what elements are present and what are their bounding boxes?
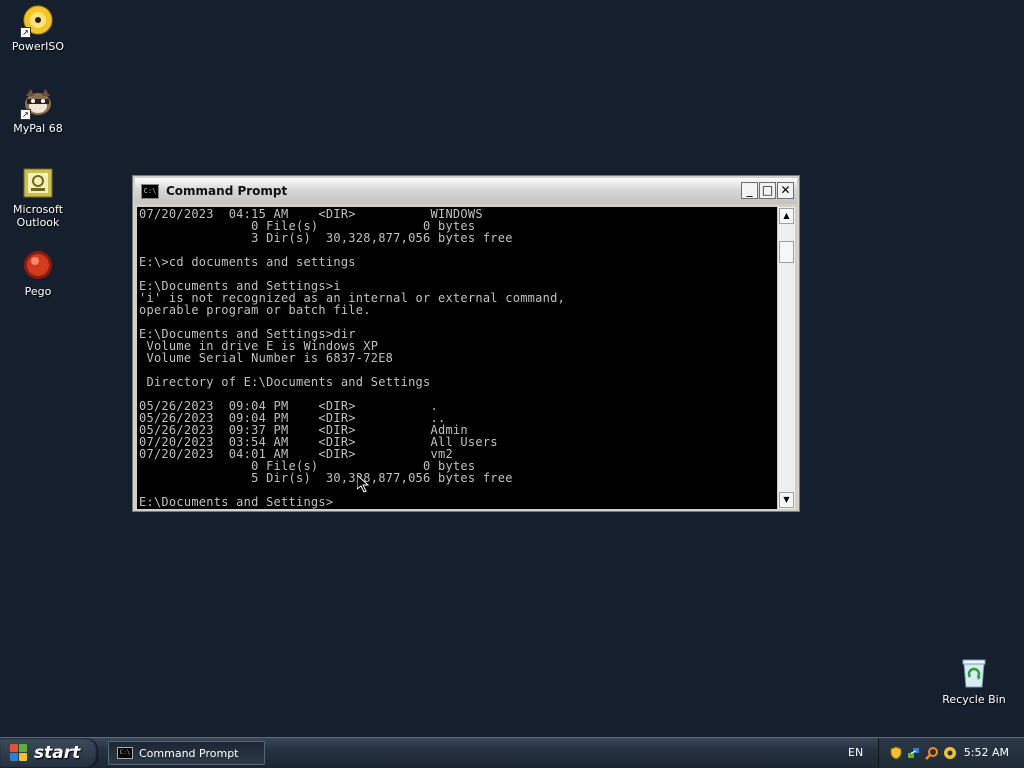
shortcut-arrow-icon: ↗ xyxy=(20,27,31,38)
desktop-icon-label: Pego xyxy=(24,285,52,298)
language-indicator[interactable]: EN xyxy=(848,746,863,759)
desktop-icon-outlook[interactable]: Microsoft Outlook xyxy=(0,167,76,229)
window-title: Command Prompt xyxy=(166,184,288,198)
mouse-pointer-icon xyxy=(357,475,369,493)
settings-icon[interactable] xyxy=(943,746,957,760)
shortcut-arrow-icon: ↗ xyxy=(20,109,31,120)
desktop-icon-label: PowerISO xyxy=(11,40,65,53)
taskbar: start C:\ Command Prompt EN 5:52 AM xyxy=(0,737,1024,768)
poweriso-disc-icon: ↗ xyxy=(20,4,54,38)
console-output[interactable]: 07/20/2023 04:15 AM <DIR> WINDOWS 0 File… xyxy=(137,207,777,509)
console-text: 07/20/2023 04:15 AM <DIR> WINDOWS 0 File… xyxy=(139,207,566,509)
taskbar-button-label: Command Prompt xyxy=(139,746,239,760)
taskbar-button-command-prompt[interactable]: C:\ Command Prompt xyxy=(108,741,265,765)
scroll-up-button[interactable]: ▲ xyxy=(779,208,794,224)
recycle-bin-icon xyxy=(958,657,990,689)
desktop-icon-recycle-bin[interactable]: Recycle Bin xyxy=(936,657,1012,706)
desktop-icon-label: MyPal 68 xyxy=(13,122,63,135)
cmd-icon: C:\ xyxy=(117,747,133,759)
mypal-raccoon-icon: ↗ xyxy=(20,86,54,120)
outlook-icon xyxy=(22,167,54,199)
system-tray: 5:52 AM xyxy=(878,738,1024,768)
desktop-icon-label: Recycle Bin xyxy=(942,693,1006,706)
start-label: start xyxy=(34,743,81,763)
desktop-icon-pego[interactable]: Pego xyxy=(0,249,76,298)
search-icon[interactable] xyxy=(925,746,939,760)
scroll-down-button[interactable]: ▼ xyxy=(779,492,794,508)
maximize-button[interactable]: □ xyxy=(759,182,776,199)
scroll-thumb[interactable] xyxy=(779,241,794,263)
cmd-icon: C:\ xyxy=(141,183,159,199)
taskbar-clock[interactable]: 5:52 AM xyxy=(964,746,1009,759)
shield-icon[interactable] xyxy=(889,746,903,760)
window-titlebar[interactable]: C:\ Command Prompt _ □ ✕ xyxy=(135,178,797,204)
close-button[interactable]: ✕ xyxy=(777,182,794,199)
minimize-button[interactable]: _ xyxy=(741,182,758,199)
start-button[interactable]: start xyxy=(0,738,98,768)
command-prompt-window[interactable]: C:\ Command Prompt _ □ ✕ 07/20/2023 04:1… xyxy=(132,175,800,512)
desktop-icon-poweriso[interactable]: ↗ PowerISO xyxy=(0,4,76,53)
pego-icon xyxy=(22,249,54,281)
desktop-icon-mypal[interactable]: ↗ MyPal 68 xyxy=(0,86,76,135)
vertical-scrollbar[interactable]: ▲ ▼ xyxy=(777,207,795,509)
windows-logo-icon xyxy=(10,744,28,762)
network-icon[interactable] xyxy=(907,746,921,760)
desktop-icon-label: Microsoft Outlook xyxy=(12,203,64,229)
